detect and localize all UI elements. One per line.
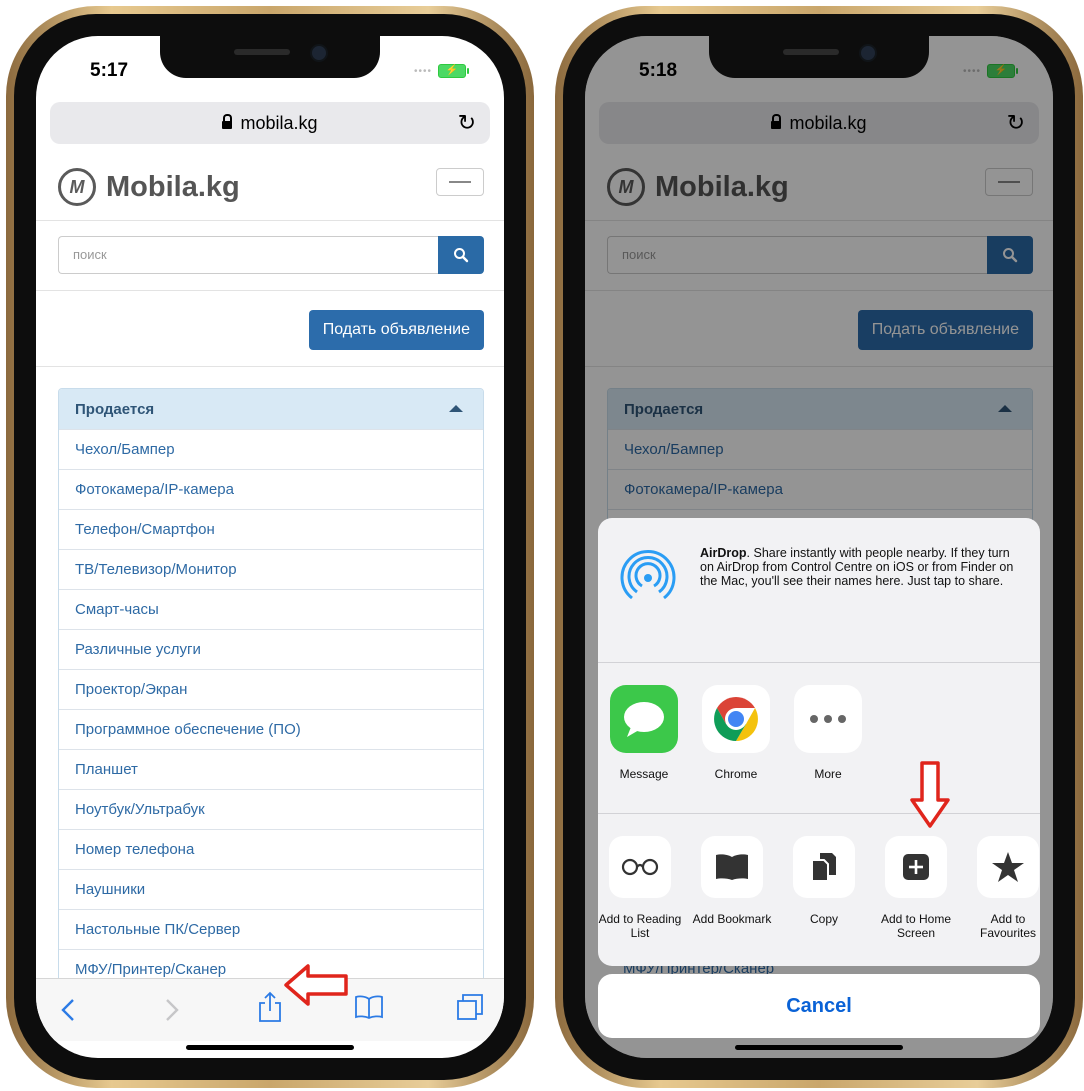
- category-panel: Продается Чехол/Бампер Фотокамера/IP-кам…: [58, 388, 484, 990]
- menu-toggle-button[interactable]: [436, 168, 484, 196]
- search-icon: [454, 248, 469, 263]
- caret-up-icon: [449, 405, 463, 412]
- category-item[interactable]: Программное обеспечение (ПО): [59, 709, 483, 749]
- cancel-button[interactable]: Cancel: [598, 974, 1040, 1038]
- share-app-chrome[interactable]: Chrome: [696, 685, 776, 781]
- site-header: M Mobila.kg: [36, 156, 504, 221]
- phone-bezel: 5:17 •••• ⚡ mobila.kg ↻ M Mobila.kg поис…: [14, 14, 526, 1080]
- category-item[interactable]: Настольные ПК/Сервер: [59, 909, 483, 949]
- airdrop-section: AirDrop. Share instantly with people nea…: [598, 518, 1040, 663]
- category-item[interactable]: Телефон/Смартфон: [59, 509, 483, 549]
- panel-title: Продается: [75, 400, 155, 418]
- notch: [160, 36, 380, 78]
- status-time: 5:17: [90, 60, 129, 81]
- phone-screen-left: 5:17 •••• ⚡ mobila.kg ↻ M Mobila.kg поис…: [36, 36, 504, 1058]
- post-ad-button[interactable]: Подать объявление: [308, 310, 484, 350]
- share-icon[interactable]: [258, 991, 282, 1023]
- action-label: Add to Reading List: [598, 912, 682, 940]
- airdrop-icon: [620, 550, 676, 600]
- category-item[interactable]: Ноутбук/Ультрабук: [59, 789, 483, 829]
- logo-mark-icon: M: [58, 168, 96, 206]
- airdrop-description: AirDrop. Share instantly with people nea…: [700, 546, 1026, 588]
- action-label: Copy: [809, 912, 838, 926]
- divider: [36, 366, 504, 367]
- notch: [709, 36, 929, 78]
- action-label: Add to Favourites: [979, 912, 1037, 940]
- category-item[interactable]: Фотокамера/IP-камера: [59, 469, 483, 509]
- share-app-label: Chrome: [714, 767, 758, 781]
- book-icon: [701, 836, 763, 898]
- share-app-label: More: [814, 767, 842, 781]
- red-arrow-left-annotation: [284, 964, 348, 1006]
- star-icon: [977, 836, 1039, 898]
- phone-frame-left: 5:17 •••• ⚡ mobila.kg ↻ M Mobila.kg поис…: [6, 6, 534, 1088]
- url-text: mobila.kg: [240, 112, 318, 133]
- category-item[interactable]: Различные услуги: [59, 629, 483, 669]
- status-indicators: •••• ⚡: [413, 64, 469, 78]
- safari-toolbar: [36, 978, 504, 1041]
- address-bar[interactable]: mobila.kg ↻: [50, 102, 490, 144]
- share-actions-row: Add to Reading List Add Bookmark Copy Ad…: [598, 814, 1040, 964]
- airdrop-body: . Share instantly with people nearby. If…: [700, 546, 1014, 588]
- phone-bezel: 5:18 •••• ⚡ mobila.kg ↻ M Mobila.kg поис…: [563, 14, 1075, 1080]
- search-bar: поиск: [58, 236, 484, 274]
- category-item[interactable]: ТВ/Телевизор/Монитор: [59, 549, 483, 589]
- action-add-to-reading-list[interactable]: Add to Reading List: [598, 836, 682, 940]
- tabs-icon[interactable]: [456, 993, 484, 1021]
- plus-square-icon: [885, 836, 947, 898]
- red-arrow-down-annotation: [910, 761, 950, 828]
- search-button[interactable]: [438, 236, 484, 274]
- home-indicator: [186, 1045, 354, 1050]
- divider: [36, 290, 504, 291]
- category-item[interactable]: Смарт-часы: [59, 589, 483, 629]
- airdrop-title: AirDrop: [700, 546, 747, 560]
- action-add-to-favourites[interactable]: Add to Favourites: [966, 836, 1040, 940]
- action-copy[interactable]: Copy: [782, 836, 866, 926]
- forward-icon[interactable]: [164, 997, 180, 1023]
- bookmarks-icon[interactable]: [354, 995, 384, 1019]
- category-item[interactable]: Чехол/Бампер: [59, 429, 483, 469]
- copy-icon: [793, 836, 855, 898]
- reload-icon[interactable]: ↻: [458, 110, 476, 136]
- site-logo[interactable]: M Mobila.kg: [58, 168, 240, 206]
- home-indicator: [735, 1045, 903, 1050]
- share-apps-row: Message Chrome More: [598, 663, 1040, 814]
- category-item[interactable]: Планшет: [59, 749, 483, 789]
- battery-charging-icon: ⚡: [438, 64, 469, 78]
- search-input[interactable]: поиск: [58, 236, 438, 274]
- category-item[interactable]: Наушники: [59, 869, 483, 909]
- glasses-icon: [609, 836, 671, 898]
- action-label: Add Bookmark: [692, 912, 772, 926]
- phone-screen-right: 5:18 •••• ⚡ mobila.kg ↻ M Mobila.kg поис…: [585, 36, 1053, 1058]
- chrome-icon: [702, 685, 770, 753]
- logo-text: Mobila.kg: [106, 170, 240, 203]
- action-add-bookmark[interactable]: Add Bookmark: [690, 836, 774, 926]
- signal-icon: ••••: [413, 65, 432, 77]
- category-item[interactable]: Номер телефона: [59, 829, 483, 869]
- share-app-message[interactable]: Message: [604, 685, 684, 781]
- hamburger-icon: [449, 181, 471, 183]
- share-app-more[interactable]: More: [788, 685, 868, 781]
- share-sheet: AirDrop. Share instantly with people nea…: [598, 518, 1040, 966]
- panel-header[interactable]: Продается: [59, 389, 483, 429]
- more-icon: [794, 685, 862, 753]
- back-icon[interactable]: [60, 997, 76, 1023]
- action-add-to-home-screen[interactable]: Add to Home Screen: [874, 836, 958, 940]
- phone-frame-right: 5:18 •••• ⚡ mobila.kg ↻ M Mobila.kg поис…: [555, 6, 1083, 1088]
- lock-icon: [222, 114, 233, 129]
- category-item[interactable]: Проектор/Экран: [59, 669, 483, 709]
- action-label: Add to Home Screen: [880, 912, 952, 940]
- share-app-label: Message: [619, 767, 669, 781]
- messages-icon: [610, 685, 678, 753]
